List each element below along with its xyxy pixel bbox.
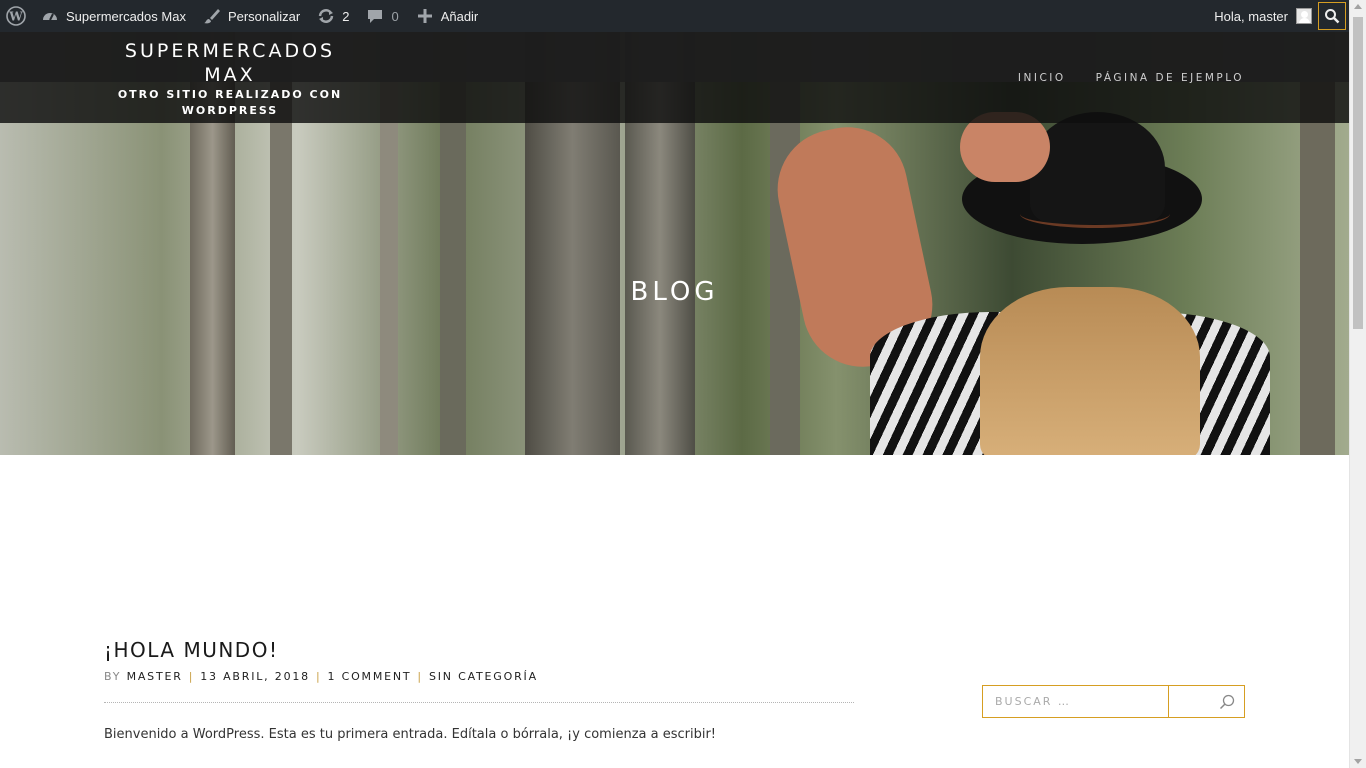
hero-photo-detail [1020,200,1170,228]
updates-count: 2 [342,8,350,24]
add-new-link[interactable]: Añadir [407,0,487,32]
plus-icon [415,6,435,26]
hero-banner: SUPERMERCADOS MAX OTRO SITIO REALIZADO C… [0,32,1349,455]
meta-separator: | [315,670,322,683]
post-author-link[interactable]: MASTER [127,670,183,683]
dashboard-icon [40,6,60,26]
post-meta: BY MASTER | 13 ABRIL, 2018 | 1 COMMENT |… [104,670,538,683]
avatar[interactable] [1296,8,1312,24]
post-comments-link[interactable]: 1 COMMENT [328,670,412,683]
meta-separator: | [417,670,423,683]
comment-icon [365,6,385,26]
search-icon [1219,694,1235,709]
site-title[interactable]: SUPERMERCADOS MAX [104,39,356,87]
post-divider [104,702,854,703]
add-new-label: Añadir [440,8,479,24]
search-icon [1325,9,1340,24]
site-name-link[interactable]: Supermercados Max [32,0,194,32]
scroll-up-icon[interactable] [1354,4,1362,9]
main-nav: INICIO PÁGINA DE EJEMPLO [1018,72,1244,84]
customize-link[interactable]: Personalizar [194,0,308,32]
comments-link[interactable]: 0 [357,0,406,32]
nav-item-inicio[interactable]: INICIO [1018,72,1066,84]
paintbrush-icon [202,6,222,26]
sidebar-search [982,685,1245,718]
hero-photo-detail [980,287,1200,455]
updates-icon [316,6,336,26]
post-title[interactable]: ¡HOLA MUNDO! [104,638,278,662]
sidebar-search-input[interactable] [983,686,1169,717]
post-category-link[interactable]: SIN CATEGORÍA [429,670,538,683]
scrollbar-thumb[interactable] [1353,17,1363,329]
post-meta-by: BY [104,670,122,683]
comments-count: 0 [391,8,399,24]
site-name-label: Supermercados Max [66,8,186,24]
meta-separator: | [188,670,195,683]
site-description: OTRO SITIO REALIZADO CON WORDPRESS [117,88,343,117]
updates-link[interactable]: 2 [308,0,357,32]
post-date-link[interactable]: 13 ABRIL, 2018 [200,670,310,683]
page-title: BLOG [630,277,719,307]
nav-item-pagina-de-ejemplo[interactable]: PÁGINA DE EJEMPLO [1096,72,1244,84]
post-excerpt: Bienvenido a WordPress. Esta es tu prime… [104,727,717,742]
admin-bar: W Supermercados Max Personalizar 2 0 Aña… [0,0,1366,32]
customize-label: Personalizar [227,8,301,24]
sidebar-search-button[interactable] [1169,686,1244,717]
scroll-down-icon[interactable] [1354,759,1362,764]
admin-search-button[interactable] [1318,2,1346,30]
account-greeting[interactable]: Hola, master [1214,9,1288,24]
page-scrollbar[interactable] [1349,0,1366,768]
svg-text:W: W [8,10,23,24]
wordpress-logo-icon[interactable]: W [0,0,32,32]
